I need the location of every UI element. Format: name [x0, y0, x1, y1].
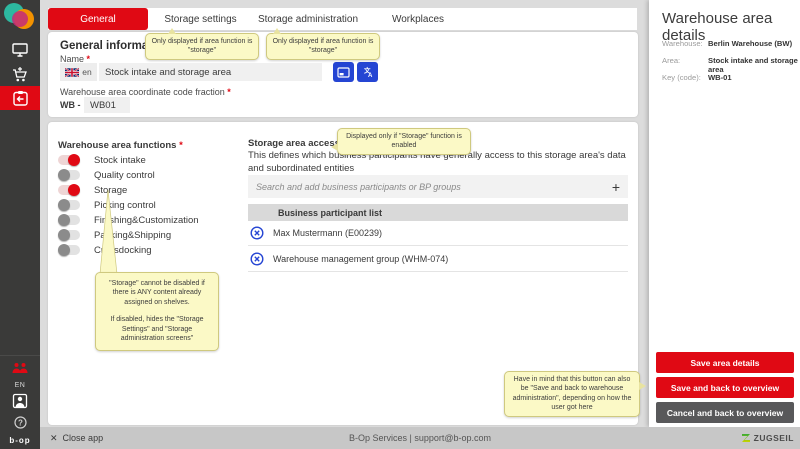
remove-participant-icon[interactable]	[250, 252, 264, 266]
detail-value: Stock intake and storage area	[708, 56, 800, 74]
note-storage-settings-tab: Only displayed if area function is "stor…	[145, 33, 259, 60]
help-icon: ?	[14, 416, 27, 429]
participant-table-header: Business participant list	[248, 204, 628, 221]
remove-participant-icon[interactable]	[250, 226, 264, 240]
sidebar-bottom-group: EN ? b-op	[0, 355, 40, 449]
participant-search: +	[248, 175, 628, 198]
language-tag[interactable]: en	[60, 63, 97, 81]
svg-text:A: A	[368, 73, 373, 78]
sidebar: EN ? b-op	[0, 0, 40, 449]
coordinate-prefix: WB -	[60, 100, 81, 110]
sidebar-item-profile[interactable]	[12, 393, 28, 412]
close-app-label: Close app	[63, 433, 104, 443]
callout-pointer	[639, 382, 646, 390]
callout-pointer	[273, 28, 281, 34]
function-label: Quality control	[94, 170, 155, 181]
sidebar-item-warehouse-areas[interactable]	[0, 86, 40, 110]
note-storage-toggle-pointer	[98, 190, 120, 274]
note-storage-admin-tab: Only displayed if area function is "stor…	[266, 33, 380, 60]
bop-logo: b-op	[9, 436, 30, 449]
support-text: B-Op Services | support@b-op.com	[290, 433, 550, 443]
footer-bar: ✕ Close app B-Op Services | support@b-op…	[40, 427, 800, 449]
note-card-icon	[337, 67, 350, 78]
participant-name: Max Mustermann (E00239)	[273, 228, 382, 238]
participant-row: Max Mustermann (E00239)	[248, 221, 628, 246]
required-mark: *	[227, 87, 231, 97]
name-input[interactable]	[99, 63, 322, 81]
details-panel: Warehouse area details Warehouse: Berlin…	[649, 0, 800, 427]
detail-value: WB-01	[708, 73, 732, 82]
toggle-packing-shipping[interactable]	[58, 230, 80, 240]
toggle-finishing-customization[interactable]	[58, 215, 80, 225]
detail-row: Area: Stock intake and storage area	[662, 56, 800, 74]
cancel-back-overview-button[interactable]: Cancel and back to overview	[656, 402, 794, 423]
tab-general[interactable]: General	[48, 8, 148, 30]
translate-icon: 文 A	[361, 66, 374, 78]
app-logo-icon[interactable]	[4, 3, 36, 35]
toggle-storage[interactable]	[58, 185, 80, 195]
detail-label: Warehouse:	[662, 39, 708, 48]
coordinate-label: Warehouse area coordinate code fraction …	[60, 87, 231, 97]
toggle-stock-intake[interactable]	[58, 155, 80, 165]
coordinate-input[interactable]	[84, 97, 130, 113]
sidebar-item-help[interactable]: ?	[14, 416, 27, 432]
close-icon: ✕	[50, 433, 58, 444]
sidebar-item-cart[interactable]	[0, 62, 40, 86]
toggle-picking-control[interactable]	[58, 200, 80, 210]
detail-row: Warehouse: Berlin Warehouse (BW)	[662, 39, 792, 48]
function-row: Stock intake	[58, 153, 146, 167]
save-back-overview-button[interactable]: Save and back to overview	[656, 377, 794, 398]
participant-row: Warehouse management group (WHM-074)	[248, 247, 628, 272]
function-label: Stock intake	[94, 155, 146, 166]
detail-row: Key (code): WB-01	[662, 73, 732, 82]
users-red-icon	[11, 362, 29, 375]
note-storage-toggle: "Storage" cannot be disabled if there is…	[95, 272, 219, 351]
tab-storage-administration[interactable]: Storage administration	[253, 8, 363, 30]
zugseil-z-icon	[741, 433, 751, 443]
tab-bar: General Storage settings Storage adminis…	[48, 8, 637, 30]
add-participant-button[interactable]: +	[604, 179, 628, 195]
detail-label: Area:	[662, 56, 708, 74]
note-storage-access: Displayed only if "Storage" function is …	[337, 128, 471, 155]
monitor-icon	[11, 42, 29, 58]
sidebar-item-partners[interactable]	[11, 362, 29, 378]
save-area-details-button[interactable]: Save area details	[656, 352, 794, 373]
callout-pointer	[168, 28, 176, 34]
tab-storage-settings[interactable]: Storage settings	[148, 8, 253, 30]
toggle-quality-control[interactable]	[58, 170, 80, 180]
detail-value: Berlin Warehouse (BW)	[708, 39, 792, 48]
participant-name: Warehouse management group (WHM-074)	[273, 254, 448, 264]
clipboard-arrow-icon	[12, 90, 29, 107]
functions-title: Warehouse area functions *	[58, 140, 183, 151]
uk-flag-icon	[65, 68, 79, 77]
detail-label: Key (code):	[662, 73, 708, 82]
tab-workplaces[interactable]: Workplaces	[363, 8, 473, 30]
required-mark: *	[179, 140, 183, 151]
translate-button[interactable]: 文 A	[357, 62, 378, 82]
svg-text:?: ?	[18, 418, 23, 427]
toggle-crossdocking[interactable]	[58, 245, 80, 255]
language-selector[interactable]: EN	[15, 382, 26, 389]
zugseil-label: ZUGSEIL	[754, 433, 794, 443]
function-row: Finishing&Customization	[58, 213, 199, 227]
participant-search-input[interactable]	[248, 182, 604, 192]
note-save-button: Have in mind that this button can also b…	[504, 371, 640, 417]
name-note-button[interactable]	[333, 62, 354, 82]
language-code: en	[82, 67, 91, 77]
user-portrait-icon	[12, 393, 28, 409]
sidebar-item-screens[interactable]	[0, 38, 40, 62]
callout-pointer	[331, 143, 338, 151]
zugseil-logo: ZUGSEIL	[741, 433, 794, 443]
close-app-button[interactable]: ✕ Close app	[50, 433, 103, 444]
access-title: Storage area access	[248, 138, 340, 149]
function-row: Quality control	[58, 168, 155, 182]
cart-add-icon	[11, 66, 29, 83]
